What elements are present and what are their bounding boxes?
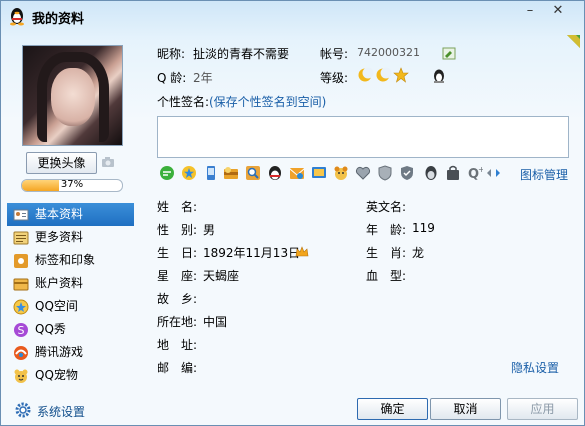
account-icon bbox=[13, 278, 29, 291]
svg-text:+: + bbox=[478, 165, 483, 174]
chat-bubble-icon[interactable] bbox=[159, 165, 175, 181]
level-label: 等级: bbox=[320, 71, 349, 85]
age-label: 年 龄: bbox=[366, 223, 407, 237]
birthday-value: 1892年11月13日 bbox=[203, 246, 301, 260]
corner-flag-icon[interactable] bbox=[567, 35, 580, 48]
sidebar-item-account[interactable]: 账户资料 bbox=[7, 272, 134, 295]
save-signature-link[interactable]: (保存个性签名到空间) bbox=[209, 93, 326, 110]
security-shield-icon[interactable] bbox=[399, 165, 415, 181]
sidebar-item-qqshow[interactable]: S QQ秀 bbox=[7, 318, 134, 341]
qq-penguin-icon bbox=[10, 8, 24, 26]
camera-icon[interactable] bbox=[101, 155, 115, 169]
crown-icon bbox=[295, 246, 309, 257]
pet-service-icon[interactable] bbox=[333, 165, 349, 181]
search-soso-icon[interactable] bbox=[245, 165, 261, 181]
sidebar-item-pet[interactable]: QQ宠物 bbox=[7, 364, 134, 387]
constellation-value: 天蝎座 bbox=[203, 269, 240, 283]
bag-icon[interactable] bbox=[445, 165, 461, 181]
mail-icon[interactable] bbox=[289, 165, 305, 181]
qzone-icon bbox=[13, 299, 29, 315]
birthday-label: 生 日: bbox=[157, 246, 198, 260]
star-icon bbox=[393, 67, 409, 83]
profile-completion-text: 37% bbox=[60, 179, 84, 190]
wallet-icon[interactable] bbox=[223, 165, 239, 181]
sidebar-item-games[interactable]: 腾讯游戏 bbox=[7, 341, 134, 364]
ok-button[interactable]: 确定 bbox=[357, 398, 428, 420]
nickname-value: 扯淡的青春不需要 bbox=[193, 47, 290, 61]
q-age-label: Q 龄: bbox=[157, 71, 187, 85]
penguin-level-icon[interactable] bbox=[432, 68, 446, 84]
sidebar-item-label: 基本资料 bbox=[35, 207, 84, 221]
q-plus-icon[interactable]: Q+ bbox=[467, 165, 483, 181]
sidebar-item-label: 账户资料 bbox=[35, 276, 84, 290]
sidebar-item-label: QQ空间 bbox=[35, 299, 78, 313]
privacy-settings-link[interactable]: 隐私设置 bbox=[511, 359, 559, 376]
icon-management-link[interactable]: 图标管理 bbox=[520, 166, 568, 183]
account-value: 742000321 bbox=[357, 46, 420, 59]
sidebar-item-qzone[interactable]: QQ空间 bbox=[7, 295, 134, 318]
q-age-value: 2年 bbox=[193, 71, 213, 85]
tv-icon[interactable] bbox=[311, 165, 327, 181]
heart-icon[interactable] bbox=[355, 165, 371, 181]
avatar-face bbox=[51, 68, 95, 126]
account-label: 帐号: bbox=[320, 47, 349, 61]
blood-type-label: 血 型: bbox=[366, 269, 407, 283]
gear-icon bbox=[15, 402, 31, 418]
title-bar[interactable]: 我的资料 – ✕ bbox=[1, 1, 584, 31]
sidebar-item-label: QQ宠物 bbox=[35, 368, 78, 382]
sidebar-item-basic-info[interactable]: 基本资料 bbox=[7, 203, 134, 226]
game-icon bbox=[14, 346, 28, 360]
window-title: 我的资料 bbox=[32, 12, 85, 27]
sidebar-item-label: QQ秀 bbox=[35, 322, 66, 336]
shield-icon[interactable] bbox=[377, 165, 393, 181]
level-icons[interactable] bbox=[357, 67, 415, 83]
avatar[interactable] bbox=[22, 45, 123, 146]
location-label: 所在地: bbox=[157, 315, 198, 329]
arrow-prev-next-icon[interactable] bbox=[485, 165, 503, 181]
qzone-star-icon[interactable] bbox=[181, 165, 197, 181]
moon-icon bbox=[376, 67, 392, 82]
nickname-label: 昵称: bbox=[157, 47, 186, 61]
age-value: 119 bbox=[412, 221, 435, 235]
pet-icon bbox=[14, 369, 28, 383]
sidebar-item-label: 标签和印象 bbox=[35, 253, 96, 267]
profile-window: 我的资料 – ✕ 更换头像 37% 基本资料 更多资料 标签和印象 账户资料 Q… bbox=[0, 0, 585, 426]
minimize-button[interactable]: – bbox=[521, 3, 539, 19]
cancel-button[interactable]: 取消 bbox=[430, 398, 501, 420]
penguin-gray-icon[interactable] bbox=[423, 165, 439, 181]
sidebar-item-more-info[interactable]: 更多资料 bbox=[7, 226, 134, 249]
svg-text:S: S bbox=[18, 324, 25, 337]
name-label: 姓 名: bbox=[157, 200, 198, 214]
qq-penguin-service-icon[interactable] bbox=[267, 165, 283, 181]
sidebar-item-label: 腾讯游戏 bbox=[35, 345, 84, 359]
gender-label: 性 别: bbox=[157, 223, 198, 237]
address-label: 地 址: bbox=[157, 338, 198, 352]
hometown-label: 故 乡: bbox=[157, 292, 198, 306]
sidebar-item-tags[interactable]: 标签和印象 bbox=[7, 249, 134, 272]
constellation-label: 星 座: bbox=[157, 269, 198, 283]
tag-icon bbox=[14, 254, 28, 268]
english-name-label: 英文名: bbox=[366, 200, 407, 214]
sidebar-nav: 基本资料 更多资料 标签和印象 账户资料 QQ空间 S QQ秀 腾讯游戏 QQ宠 bbox=[7, 203, 134, 387]
zodiac-label: 生 肖: bbox=[366, 246, 407, 260]
change-avatar-button[interactable]: 更换头像 bbox=[26, 152, 97, 174]
more-info-icon bbox=[13, 231, 29, 245]
close-button[interactable]: ✕ bbox=[549, 3, 567, 19]
edit-account-icon[interactable] bbox=[442, 47, 456, 60]
qqshow-icon: S bbox=[14, 323, 28, 337]
apply-button[interactable]: 应用 bbox=[507, 398, 578, 420]
moon-icon bbox=[358, 67, 374, 82]
sidebar-item-label: 更多资料 bbox=[35, 230, 84, 244]
system-settings-label: 系统设置 bbox=[37, 405, 86, 419]
mobile-phone-icon[interactable] bbox=[203, 165, 219, 181]
profile-completion-bar: 37% bbox=[21, 179, 123, 192]
signature-input[interactable] bbox=[157, 116, 569, 158]
location-value: 中国 bbox=[203, 315, 228, 329]
postcode-label: 邮 编: bbox=[157, 361, 198, 375]
profile-card-icon bbox=[13, 209, 29, 221]
gender-value: 男 bbox=[203, 223, 216, 237]
zodiac-value: 龙 bbox=[412, 246, 425, 260]
signature-label: 个性签名: bbox=[157, 95, 210, 109]
